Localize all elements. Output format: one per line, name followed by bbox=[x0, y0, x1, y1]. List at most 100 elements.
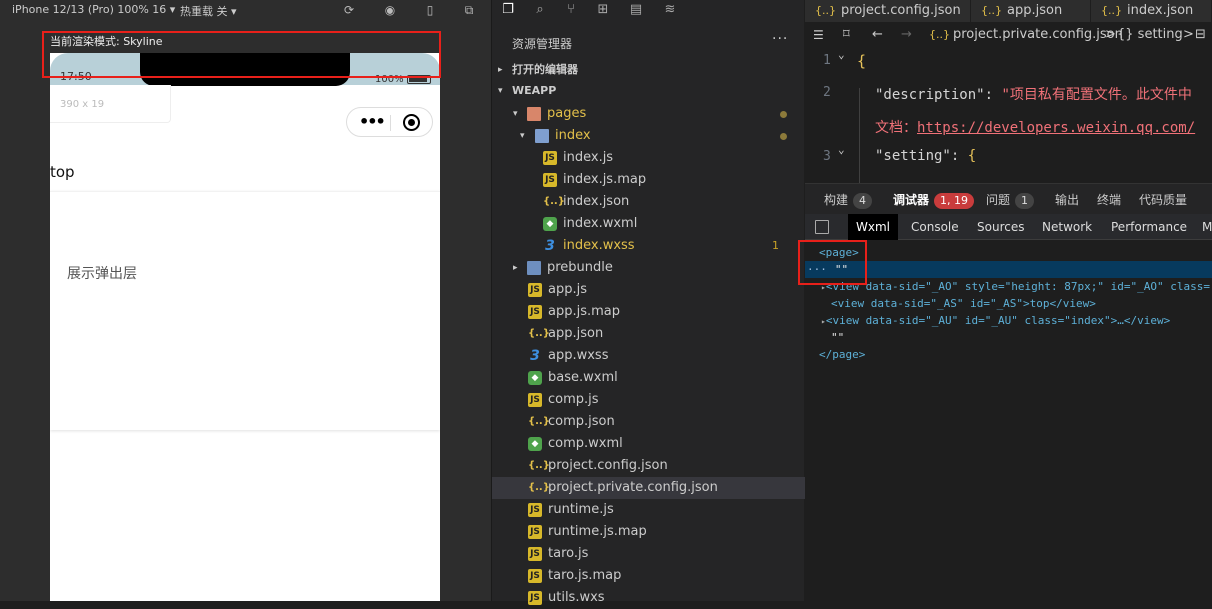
back-arrow-icon[interactable]: ← bbox=[872, 24, 883, 46]
devtools-tab[interactable]: Sources bbox=[969, 214, 1032, 240]
element-size-tooltip: 390 x 19 bbox=[50, 85, 171, 123]
wxml-page-close[interactable]: </page> bbox=[805, 346, 1212, 363]
storage-icon[interactable]: ▤ bbox=[628, 2, 644, 18]
devtools-tab[interactable]: Console bbox=[903, 214, 967, 240]
devtools-tab[interactable]: Wxml bbox=[848, 214, 898, 240]
json-url[interactable]: https://developers.weixin.qq.com/ bbox=[917, 120, 1195, 136]
json-key: "description" bbox=[875, 87, 985, 103]
tab-index-json[interactable]: {..} index.json bbox=[1091, 0, 1212, 22]
more-dots-icon[interactable]: ••• bbox=[359, 112, 386, 131]
chevron-down-icon[interactable]: ▾ bbox=[513, 103, 518, 125]
file-tree-item[interactable]: ◆ base.wxml bbox=[492, 367, 805, 389]
json-string: "项目私有配置文件。此文件中 bbox=[1001, 87, 1192, 103]
panel-tab[interactable]: 代码质量 bbox=[1139, 191, 1187, 208]
panel-tab-label: 问题 bbox=[986, 193, 1011, 207]
file-name: project.config.json bbox=[548, 458, 668, 473]
file-tree-item[interactable]: ◆ comp.wxml bbox=[492, 433, 805, 455]
file-tree-item[interactable]: 3 app.wxss bbox=[492, 345, 805, 367]
bookmark-icon[interactable]: ⌑ bbox=[843, 24, 850, 46]
code-area[interactable]: 1 ⌄ { 2 "description": "项目私有配置文件。此文件中 文档… bbox=[805, 48, 1212, 183]
file-tree-item[interactable]: JS index.js.map bbox=[492, 169, 805, 191]
wxml-tag: </page> bbox=[819, 348, 866, 361]
phone-screen: 当前渲染模式: Skyline 17:50 100% 390 x 19 ••• … bbox=[50, 30, 440, 601]
file-tree-item[interactable]: ◆ index.wxml bbox=[492, 213, 805, 235]
json-icon: {..} bbox=[543, 196, 565, 207]
breadcrumb-separator: > bbox=[1105, 27, 1116, 42]
file-tree-item[interactable]: JS app.js bbox=[492, 279, 805, 301]
file-name: app.json bbox=[548, 326, 604, 341]
show-popup-button[interactable]: 展示弹出层 bbox=[67, 263, 137, 283]
panel-tab[interactable]: 输出 bbox=[1055, 191, 1079, 208]
file-tree-item[interactable]: ▾ pages bbox=[492, 103, 805, 125]
refresh-icon[interactable]: ⟳ bbox=[342, 3, 356, 17]
chevron-right-icon[interactable]: ▸ bbox=[513, 257, 518, 279]
search-icon[interactable]: ⌕ bbox=[532, 2, 548, 18]
fold-chevron-icon[interactable]: ⌄ bbox=[838, 48, 845, 61]
panel-tab-label: 构建 bbox=[824, 193, 849, 207]
extensions-icon[interactable]: ⊞ bbox=[595, 2, 611, 18]
file-tree-item[interactable]: JS app.js.map bbox=[492, 301, 805, 323]
panel-tab[interactable]: 终端 bbox=[1097, 191, 1121, 208]
breadcrumb-file[interactable]: project.private.config.json bbox=[953, 24, 1123, 46]
file-tree-item[interactable]: ▸ prebundle bbox=[492, 257, 805, 279]
file-tree-item[interactable]: JS runtime.js bbox=[492, 499, 805, 521]
more-actions-icon[interactable]: ··· bbox=[772, 31, 788, 47]
file-tree-item[interactable]: {..} app.json bbox=[492, 323, 805, 345]
file-name: comp.wxml bbox=[548, 436, 623, 451]
breadcrumb-node[interactable]: {} setting bbox=[1117, 24, 1183, 46]
file-name: index.wxss bbox=[563, 238, 635, 253]
wxml-view-node[interactable]: <view data-sid="_AS" id="_AS">top</view> bbox=[805, 295, 1212, 312]
close-circle-icon[interactable] bbox=[403, 114, 420, 131]
json-icon: {..} bbox=[528, 482, 550, 493]
file-tree-item[interactable]: JS utils.wxs bbox=[492, 587, 805, 609]
file-tree-item[interactable]: JS runtime.js.map bbox=[492, 521, 805, 543]
record-icon[interactable]: ◉ bbox=[383, 3, 397, 17]
devtools-tab[interactable]: Performance bbox=[1103, 214, 1195, 240]
file-tree-item[interactable]: JS taro.js.map bbox=[492, 565, 805, 587]
fold-chevron-icon[interactable]: ⌄ bbox=[838, 143, 845, 156]
source-control-icon[interactable]: ⑂ bbox=[563, 2, 579, 18]
docker-icon[interactable]: ≋ bbox=[662, 2, 678, 18]
file-tree-item[interactable]: JS index.js bbox=[492, 147, 805, 169]
js-icon: JS bbox=[528, 503, 542, 517]
section-open-editors[interactable]: ▸ 打开的编辑器 bbox=[492, 59, 805, 81]
file-tree-item[interactable]: JS taro.js bbox=[492, 543, 805, 565]
forward-arrow-icon[interactable]: → bbox=[901, 24, 912, 46]
menu-capsule[interactable]: ••• bbox=[346, 107, 433, 137]
phone-icon[interactable]: ▯ bbox=[423, 3, 437, 17]
file-tree-item[interactable]: {..} project.private.config.json bbox=[492, 477, 805, 499]
devtools-tab[interactable]: M bbox=[1194, 214, 1212, 240]
wxml-icon: ◆ bbox=[528, 371, 542, 385]
tab-project-config[interactable]: {..} project.config.json bbox=[805, 0, 971, 22]
hot-reload-toggle[interactable]: 热重载 关 ▾ bbox=[180, 3, 237, 19]
panel-tab[interactable]: 问题 1 bbox=[986, 191, 1035, 209]
file-tree-item[interactable]: {..} index.json bbox=[492, 191, 805, 213]
device-selector[interactable]: iPhone 12/13 (Pro) 100% 16 ▾ bbox=[12, 3, 175, 16]
devtools-tab[interactable]: Network bbox=[1034, 214, 1100, 240]
file-tree-item[interactable]: {..} comp.json bbox=[492, 411, 805, 433]
file-tree-item[interactable]: JS comp.js bbox=[492, 389, 805, 411]
panel-tab[interactable]: 调试器 1, 19 bbox=[893, 191, 975, 209]
files-icon[interactable]: ❐ bbox=[500, 2, 516, 18]
explorer-panel: ❐ ⌕ ⑂ ⊞ ▤ ≋ 资源管理器 ··· ▸ 打开的编辑器 ▾ WEAPP ▾… bbox=[491, 0, 805, 605]
file-tree-item[interactable]: ▾ index bbox=[492, 125, 805, 147]
wxml-view-node[interactable]: ▸<view data-sid="_AU" id="_AU" class="in… bbox=[805, 312, 1212, 329]
count-badge: 1 bbox=[1015, 193, 1035, 209]
file-tree-item[interactable]: {..} project.config.json bbox=[492, 455, 805, 477]
wxml-text-node[interactable]: "" bbox=[805, 329, 1212, 346]
section-project[interactable]: ▾ WEAPP bbox=[492, 80, 805, 102]
simulator-panel: iPhone 12/13 (Pro) 100% 16 ▾ 热重载 关 ▾ ⟳ ◉… bbox=[0, 0, 491, 601]
window-icon[interactable]: ⧉ bbox=[462, 3, 476, 17]
file-tree-item[interactable]: 3 index.wxss 1 bbox=[492, 235, 805, 257]
panel-tab[interactable]: 构建 4 bbox=[824, 191, 873, 209]
file-name: app.wxss bbox=[548, 348, 609, 363]
split-editor-icon[interactable]: ⊟ bbox=[1195, 24, 1206, 46]
js-icon: JS bbox=[528, 547, 542, 561]
tab-app-json[interactable]: {..} app.json bbox=[971, 0, 1091, 22]
json-icon: {..} bbox=[929, 28, 950, 41]
inspect-element-icon[interactable] bbox=[815, 220, 829, 234]
file-name: utils.wxs bbox=[548, 590, 605, 605]
chevron-down-icon[interactable]: ▾ bbox=[520, 125, 525, 147]
highlight-annotation-box bbox=[798, 240, 867, 285]
list-icon[interactable]: ☰ bbox=[813, 24, 824, 46]
